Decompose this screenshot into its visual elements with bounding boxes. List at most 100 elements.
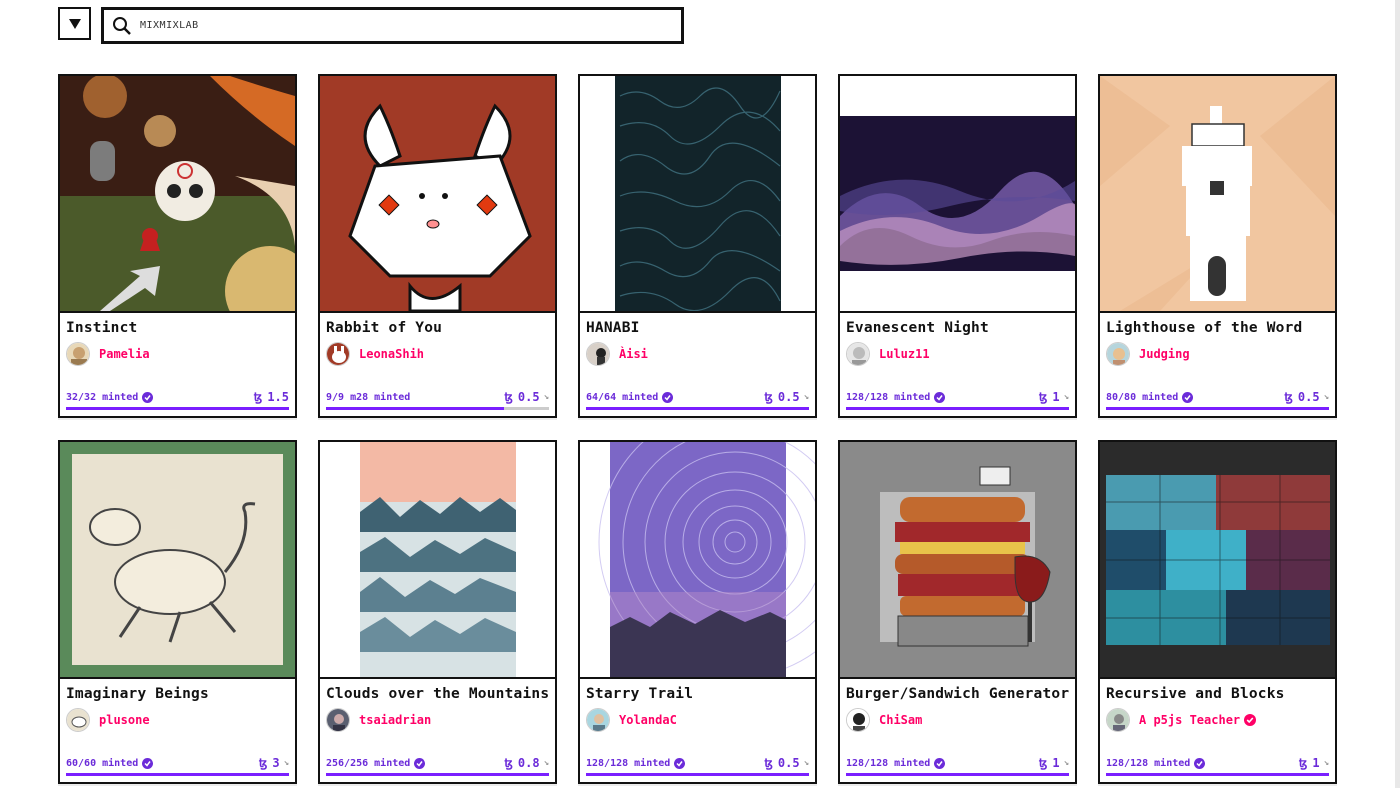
author-link[interactable]: ChiSam bbox=[846, 708, 922, 732]
arrow-down-right-icon: ↘ bbox=[803, 392, 809, 402]
artwork-title[interactable]: Imaginary Beings bbox=[66, 686, 209, 702]
price: ꜩ 1.5 bbox=[254, 390, 289, 404]
price: ꜩ 1 ↘ bbox=[1299, 756, 1329, 770]
mint-progress-fill bbox=[326, 407, 505, 410]
author-name[interactable]: LeonaShih bbox=[359, 347, 424, 361]
avatar bbox=[586, 342, 610, 366]
scrollbar[interactable] bbox=[1395, 0, 1400, 788]
author-link[interactable]: Judging bbox=[1106, 342, 1190, 366]
minted-label: 128/128 minted bbox=[586, 758, 671, 769]
price-value: 1 bbox=[1312, 756, 1320, 770]
check-circle-icon bbox=[414, 758, 426, 769]
price-value: 0.5 bbox=[777, 390, 800, 404]
author-name[interactable]: tsaiadrian bbox=[359, 713, 431, 727]
author-name[interactable]: YolandaC bbox=[619, 713, 677, 727]
artwork-thumbnail[interactable] bbox=[840, 76, 1075, 313]
mint-progress-bar bbox=[326, 773, 549, 776]
artwork-title[interactable]: HANABI bbox=[586, 320, 640, 336]
arrow-down-right-icon: ↘ bbox=[1063, 758, 1069, 768]
mint-progress-bar bbox=[326, 407, 549, 410]
card-instinct[interactable]: Instinct Pamelia 32/32 minted ꜩ 1.5 bbox=[58, 74, 297, 418]
artwork-title[interactable]: Lighthouse of the Word bbox=[1106, 320, 1302, 336]
price-value: 1 bbox=[1052, 390, 1060, 404]
author-name[interactable]: Luluz11 bbox=[879, 347, 930, 361]
author-name[interactable]: Pamelia bbox=[99, 347, 150, 361]
author-link[interactable]: plusone bbox=[66, 708, 150, 732]
artwork-thumbnail[interactable] bbox=[60, 442, 295, 679]
artwork-title[interactable]: Recursive and Blocks bbox=[1106, 686, 1285, 702]
artwork-title[interactable]: Evanescent Night bbox=[846, 320, 989, 336]
minted-label: 80/80 minted bbox=[1106, 392, 1179, 403]
tezos-icon: ꜩ bbox=[504, 756, 513, 770]
artwork-thumbnail[interactable] bbox=[580, 76, 815, 313]
minted-count: 128/128 minted bbox=[1106, 758, 1206, 769]
artwork-thumbnail[interactable] bbox=[320, 442, 555, 679]
artwork-title[interactable]: Starry Trail bbox=[586, 686, 693, 702]
minted-count: 9/9 m28 minted bbox=[326, 392, 410, 403]
author-link[interactable]: Pamelia bbox=[66, 342, 150, 366]
mint-progress-fill bbox=[66, 407, 289, 410]
artwork-thumbnail[interactable] bbox=[840, 442, 1075, 679]
avatar bbox=[326, 342, 350, 366]
avatar bbox=[586, 708, 610, 732]
mint-progress-bar bbox=[586, 773, 809, 776]
artwork-thumbnail[interactable] bbox=[60, 76, 295, 313]
author-link[interactable]: Àisi bbox=[586, 342, 648, 366]
artwork-thumbnail[interactable] bbox=[580, 442, 815, 679]
author-name[interactable]: A p5js Teacher bbox=[1139, 713, 1240, 727]
card-burger-sandwich-generator[interactable]: Burger/Sandwich Generator ChiSam 128/128… bbox=[838, 440, 1077, 784]
mint-progress-fill bbox=[586, 407, 809, 410]
arrow-down-right-icon: ↘ bbox=[1063, 392, 1069, 402]
author-link[interactable]: LeonaShih bbox=[326, 342, 424, 366]
artwork-title[interactable]: Burger/Sandwich Generator bbox=[846, 686, 1069, 702]
price-value: 1.5 bbox=[267, 390, 289, 404]
card-hanabi[interactable]: HANABI Àisi 64/64 minted ꜩ 0.5 ↘ bbox=[578, 74, 817, 418]
tezos-icon: ꜩ bbox=[258, 756, 268, 770]
author-name[interactable]: ChiSam bbox=[879, 713, 922, 727]
mint-progress-fill bbox=[326, 773, 549, 776]
search-input[interactable] bbox=[138, 19, 681, 32]
filter-toggle-button[interactable] bbox=[58, 7, 91, 40]
arrow-down-right-icon: ↘ bbox=[543, 758, 549, 768]
card-clouds-over-the-mountains[interactable]: Clouds over the Mountains tsaiadrian 256… bbox=[318, 440, 557, 784]
artwork-title[interactable]: Rabbit of You bbox=[326, 320, 442, 336]
author-name[interactable]: Judging bbox=[1139, 347, 1190, 361]
author-link[interactable]: YolandaC bbox=[586, 708, 677, 732]
author-name[interactable]: Àisi bbox=[619, 347, 648, 361]
mint-progress-bar bbox=[846, 773, 1069, 776]
check-circle-icon bbox=[934, 758, 946, 769]
card-starry-trail[interactable]: Starry Trail YolandaC 128/128 minted ꜩ 0.… bbox=[578, 440, 817, 784]
avatar bbox=[1106, 342, 1130, 366]
minted-label: 256/256 minted bbox=[326, 758, 411, 769]
artwork-thumbnail[interactable] bbox=[1100, 76, 1335, 313]
author-name[interactable]: plusone bbox=[99, 713, 150, 727]
mint-progress-bar bbox=[586, 407, 809, 410]
card-rabbit-of-you[interactable]: Rabbit of You LeonaShih 9/9 m28 minted ꜩ… bbox=[318, 74, 557, 418]
artwork-thumbnail[interactable] bbox=[320, 76, 555, 313]
minted-count: 60/60 minted bbox=[66, 758, 154, 769]
mint-progress-fill bbox=[846, 407, 1069, 410]
card-lighthouse-of-the-word[interactable]: Lighthouse of the Word Judging 80/80 min… bbox=[1098, 74, 1337, 418]
avatar bbox=[846, 342, 870, 366]
avatar bbox=[846, 708, 870, 732]
arrow-down-right-icon: ↘ bbox=[283, 758, 289, 768]
author-link[interactable]: Luluz11 bbox=[846, 342, 930, 366]
mint-progress-bar bbox=[66, 773, 289, 776]
minted-count: 128/128 minted bbox=[846, 392, 946, 403]
card-imaginary-beings[interactable]: Imaginary Beings plusone 60/60 minted ꜩ3… bbox=[58, 440, 297, 784]
artwork-title[interactable]: Instinct bbox=[66, 320, 137, 336]
artwork-title[interactable]: Clouds over the Mountains bbox=[326, 686, 549, 702]
price-value: 0.5 bbox=[777, 756, 800, 770]
tezos-icon: ꜩ bbox=[1038, 756, 1048, 770]
minted-label: 128/128 minted bbox=[1106, 758, 1191, 769]
tezos-icon: ꜩ bbox=[764, 390, 773, 404]
minted-label: 60/60 minted bbox=[66, 758, 139, 769]
artwork-thumbnail[interactable] bbox=[1100, 442, 1335, 679]
author-link[interactable]: tsaiadrian bbox=[326, 708, 431, 732]
check-circle-icon bbox=[662, 392, 674, 403]
search-bar[interactable] bbox=[101, 7, 684, 44]
card-recursive-and-blocks[interactable]: Recursive and Blocks A p5js Teacher 128/… bbox=[1098, 440, 1337, 784]
minted-count: 32/32 minted bbox=[66, 392, 154, 403]
card-evanescent-night[interactable]: Evanescent Night Luluz11 128/128 minted … bbox=[838, 74, 1077, 418]
author-link[interactable]: A p5js Teacher bbox=[1106, 708, 1257, 732]
